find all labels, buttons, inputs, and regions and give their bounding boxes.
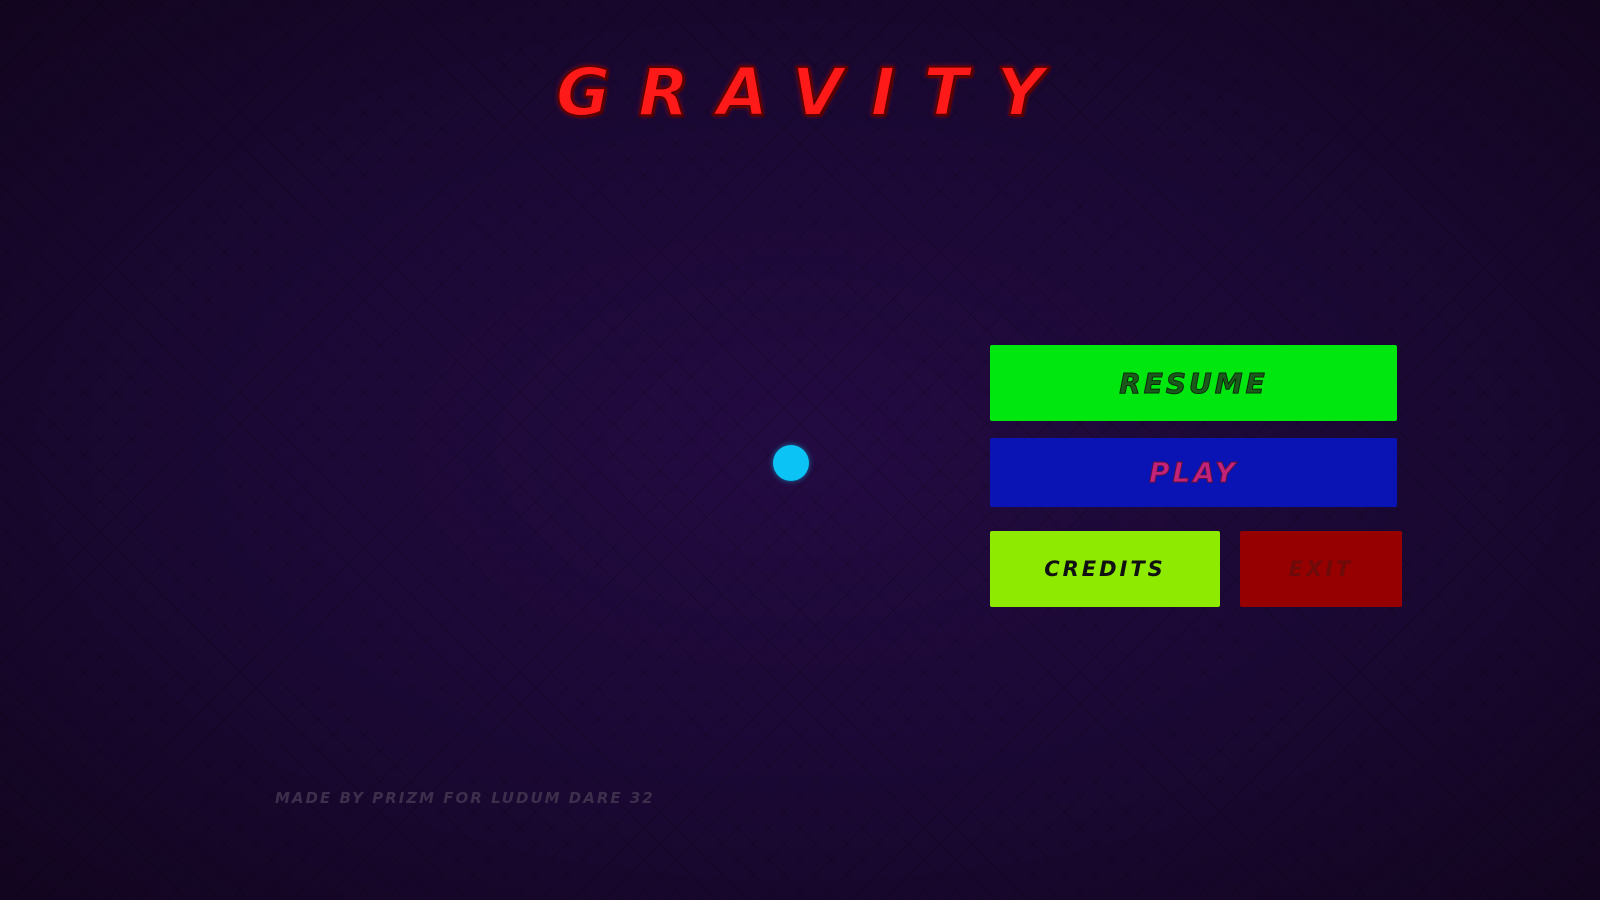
player-ball bbox=[773, 445, 809, 481]
exit-button[interactable]: EXIT bbox=[1240, 531, 1402, 607]
resume-button[interactable]: RESUME bbox=[990, 345, 1397, 421]
footer-credit: MADE BY PRIZM FOR LUDUM DARE 32 bbox=[275, 789, 655, 807]
game-title: GRAVITY bbox=[555, 54, 1073, 131]
credits-button[interactable]: CREDITS bbox=[990, 531, 1220, 607]
play-button[interactable]: PLAY bbox=[990, 438, 1397, 507]
